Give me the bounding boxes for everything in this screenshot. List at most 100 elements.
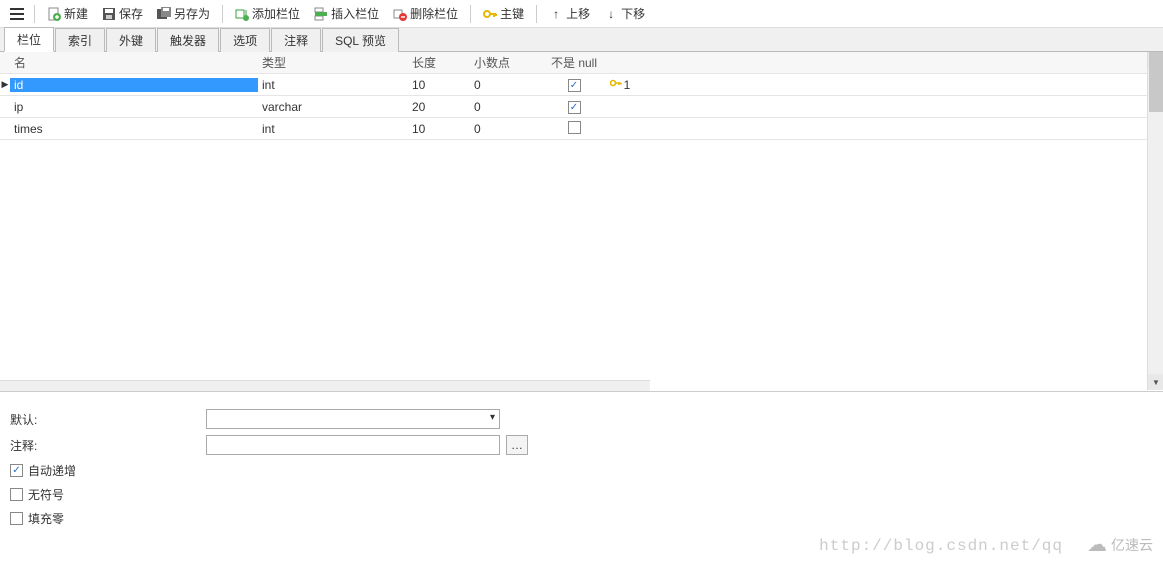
move-down-label: 下移 — [621, 5, 645, 22]
arrow-up-icon: ↑ — [549, 7, 563, 21]
insert-field-icon — [314, 7, 328, 21]
hamburger-menu-icon[interactable] — [6, 3, 28, 25]
save-as-label: 另存为 — [174, 5, 210, 22]
row-marker — [0, 96, 10, 118]
save-as-button[interactable]: 另存为 — [151, 3, 216, 25]
tab-foreign-keys[interactable]: 外键 — [106, 28, 156, 52]
separator — [222, 5, 223, 23]
table-row[interactable]: timesint100 — [0, 118, 1163, 140]
insert-field-button[interactable]: 插入栏位 — [308, 3, 385, 25]
delete-field-button[interactable]: 删除栏位 — [387, 3, 464, 25]
checkbox-icon — [568, 101, 581, 114]
cell-decimals[interactable]: 0 — [470, 78, 550, 92]
cell-key[interactable]: 1 — [598, 77, 642, 92]
cell-type[interactable]: int — [258, 78, 408, 92]
field-properties-form: 默认: 注释: … 自动递增 无符号 填充零 — [0, 392, 1163, 530]
cloud-icon: ☁ — [1087, 532, 1107, 557]
add-field-label: 添加栏位 — [252, 5, 300, 22]
col-header-name[interactable]: 名 — [10, 54, 258, 71]
tab-comment[interactable]: 注释 — [271, 28, 321, 52]
default-label: 默认: — [10, 411, 200, 428]
logo-text: 亿速云 — [1111, 535, 1153, 555]
zerofill-check[interactable]: 填充零 — [10, 506, 1153, 530]
cell-decimals[interactable]: 0 — [470, 122, 550, 136]
tab-sql-preview-label: SQL 预览 — [335, 34, 386, 48]
col-header-type[interactable]: 类型 — [258, 54, 408, 71]
save-as-icon — [157, 7, 171, 21]
tab-indexes[interactable]: 索引 — [55, 28, 105, 52]
new-icon — [47, 7, 61, 21]
key-icon — [610, 77, 622, 92]
primary-key-label: 主键 — [500, 5, 524, 22]
separator — [470, 5, 471, 23]
delete-field-label: 删除栏位 — [410, 5, 458, 22]
new-label: 新建 — [64, 5, 88, 22]
checkbox-icon — [568, 79, 581, 92]
tab-fields-label: 栏位 — [17, 33, 41, 47]
col-header-notnull[interactable]: 不是 null — [550, 54, 598, 71]
row-marker — [0, 118, 10, 140]
comment-ellipsis-button[interactable]: … — [506, 435, 528, 455]
key-index: 1 — [624, 78, 631, 92]
tab-foreign-keys-label: 外键 — [119, 34, 143, 48]
cell-notnull[interactable] — [550, 77, 598, 93]
row-marker-header — [0, 52, 10, 74]
auto-increment-label: 自动递增 — [28, 462, 76, 479]
scrollbar-thumb[interactable] — [1149, 52, 1163, 112]
add-field-button[interactable]: 添加栏位 — [229, 3, 306, 25]
grid-header: 名 类型 长度 小数点 不是 null — [0, 52, 1163, 74]
tab-options[interactable]: 选项 — [220, 28, 270, 52]
tab-sql-preview[interactable]: SQL 预览 — [322, 28, 399, 52]
col-header-decimals[interactable]: 小数点 — [470, 54, 550, 71]
cell-decimals[interactable]: 0 — [470, 100, 550, 114]
table-row[interactable]: ipvarchar200 — [0, 96, 1163, 118]
tab-options-label: 选项 — [233, 34, 257, 48]
cell-type[interactable]: int — [258, 122, 408, 136]
move-up-button[interactable]: ↑ 上移 — [543, 3, 596, 25]
checkbox-icon — [10, 488, 23, 501]
new-button[interactable]: 新建 — [41, 3, 94, 25]
cell-notnull[interactable] — [550, 121, 598, 137]
save-button[interactable]: 保存 — [96, 3, 149, 25]
tab-indexes-label: 索引 — [68, 34, 92, 48]
comment-input[interactable] — [206, 435, 500, 455]
unsigned-check[interactable]: 无符号 — [10, 482, 1153, 506]
cell-length[interactable]: 10 — [408, 78, 470, 92]
zerofill-label: 填充零 — [28, 510, 64, 527]
auto-increment-check[interactable]: 自动递增 — [10, 458, 1153, 482]
tab-triggers[interactable]: 触发器 — [157, 28, 219, 52]
add-field-icon — [235, 7, 249, 21]
default-combo[interactable] — [206, 409, 500, 429]
cell-length[interactable]: 20 — [408, 100, 470, 114]
cell-notnull[interactable] — [550, 99, 598, 115]
cell-length[interactable]: 10 — [408, 122, 470, 136]
key-icon — [483, 7, 497, 21]
cell-type[interactable]: varchar — [258, 100, 408, 114]
checkbox-icon — [568, 121, 581, 134]
horizontal-scrollbar[interactable] — [0, 380, 650, 391]
cell-name[interactable]: id — [10, 78, 258, 92]
tab-bar: 栏位 索引 外键 触发器 选项 注释 SQL 预览 — [0, 28, 1163, 52]
col-header-length[interactable]: 长度 — [408, 54, 470, 71]
separator — [536, 5, 537, 23]
separator — [34, 5, 35, 23]
cell-name[interactable]: ip — [10, 100, 258, 114]
primary-key-button[interactable]: 主键 — [477, 3, 530, 25]
checkbox-icon — [10, 464, 23, 477]
comment-label: 注释: — [10, 437, 200, 454]
tab-triggers-label: 触发器 — [170, 34, 206, 48]
cell-name[interactable]: times — [10, 122, 258, 136]
row-marker: ▶ — [0, 74, 10, 96]
table-row[interactable]: ▶idint100 1 — [0, 74, 1163, 96]
tab-fields[interactable]: 栏位 — [4, 27, 54, 52]
logo: ☁ 亿速云 — [1087, 532, 1153, 557]
move-down-button[interactable]: ↓ 下移 — [598, 3, 651, 25]
vertical-scrollbar[interactable]: ▲ ▼ — [1147, 52, 1163, 390]
unsigned-label: 无符号 — [28, 486, 64, 503]
main-toolbar: 新建 保存 另存为 添加栏位 插入栏位 删除栏位 主键 — [0, 0, 1163, 28]
scroll-down-icon[interactable]: ▼ — [1148, 374, 1163, 390]
delete-field-icon — [393, 7, 407, 21]
save-label: 保存 — [119, 5, 143, 22]
checkbox-icon — [10, 512, 23, 525]
fields-grid: 名 类型 长度 小数点 不是 null ▶idint1001ipvarchar2… — [0, 52, 1163, 392]
